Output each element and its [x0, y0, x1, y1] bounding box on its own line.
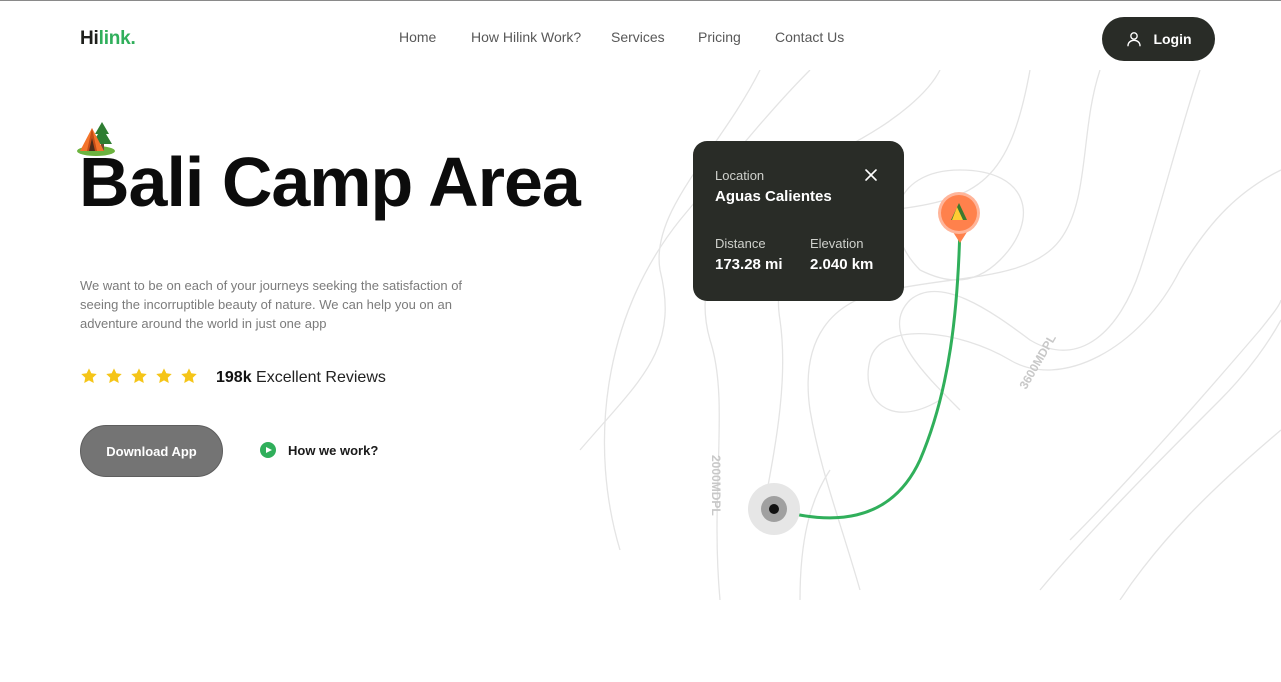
- nav-how-hilink-work[interactable]: How Hilink Work?: [471, 29, 581, 45]
- hero-description: We want to be on each of your journeys s…: [80, 278, 463, 331]
- nav-services[interactable]: Services: [611, 29, 665, 45]
- star-icon: [81, 368, 97, 384]
- close-icon[interactable]: [862, 166, 880, 184]
- reviews-summary: 198k Excellent Reviews: [216, 369, 386, 387]
- rating-stars: [80, 367, 198, 385]
- user-icon: [1127, 32, 1142, 47]
- nav-home[interactable]: Home: [399, 29, 436, 45]
- location-info-card: Location Aguas Calientes Distance 173.28…: [693, 141, 904, 301]
- login-label: Login: [1153, 31, 1192, 47]
- download-app-button[interactable]: Download App: [80, 425, 223, 477]
- star-icon: [131, 368, 147, 384]
- contour-label-3600: 3600MDPL: [1016, 332, 1058, 392]
- star-icon: [106, 368, 122, 384]
- location-label: Location: [715, 168, 765, 183]
- how-we-work-link[interactable]: How we work?: [260, 442, 378, 458]
- nav-contact-us[interactable]: Contact Us: [775, 29, 844, 45]
- login-button[interactable]: Login: [1102, 17, 1215, 61]
- nav-pricing[interactable]: Pricing: [698, 29, 741, 45]
- contour-label-2000: 2000MDPL: [709, 455, 723, 516]
- how-we-work-label: How we work?: [288, 442, 379, 458]
- hero-title: Bali Camp Area: [79, 143, 581, 221]
- distance-value: 173.28 mi: [715, 256, 783, 273]
- play-circle-icon: [260, 442, 276, 458]
- star-icon: [181, 368, 197, 384]
- location-value: Aguas Calientes: [715, 188, 832, 205]
- review-label: Excellent Reviews: [256, 369, 386, 386]
- star-icon: [156, 368, 172, 384]
- topographic-map: 2000MDPL 3600MDPL: [560, 69, 1281, 601]
- elevation-label: Elevation: [810, 236, 864, 251]
- distance-label: Distance: [715, 236, 766, 251]
- elevation-value: 2.040 km: [810, 256, 874, 273]
- top-border: [0, 0, 1281, 1]
- review-count: 198k: [216, 369, 252, 386]
- main-nav: Home How Hilink Work? Services Pricing C…: [0, 29, 1281, 47]
